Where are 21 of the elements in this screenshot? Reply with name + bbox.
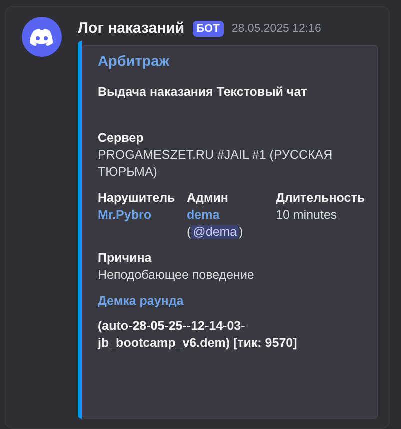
bot-avatar xyxy=(22,17,62,57)
field-name: Админ xyxy=(187,190,230,206)
parenthesis: ( xyxy=(187,224,192,238)
field-value: Неподобающее поведение xyxy=(98,268,254,282)
field-link[interactable]: Демка раунда xyxy=(98,292,365,310)
embed-title[interactable]: Арбитраж xyxy=(98,54,365,70)
author-name[interactable]: Лог наказаний xyxy=(78,18,185,40)
bot-tag: БОТ xyxy=(192,21,224,38)
user-link[interactable]: Mr.Pybro xyxy=(98,208,152,222)
parenthesis: ) xyxy=(239,224,244,238)
field-name: Сервер xyxy=(98,130,145,146)
timestamp: 28.05.2025 12:16 xyxy=(232,22,322,37)
embed-description: Выдача наказания Текстовый чат xyxy=(98,84,308,100)
field-name: Причина xyxy=(98,250,153,266)
user-link[interactable]: dema xyxy=(187,208,220,222)
field-value: (auto-28-05-25--12-14-03-jb_bootcamp_v6.dem) [тик: 9570] xyxy=(98,318,298,350)
field-name: Нарушитель xyxy=(98,190,176,206)
user-mention[interactable]: @dema xyxy=(191,224,240,238)
field-value: PROGAMESZET.RU #JAIL #1 (РУССКАЯ ТЮРЬМА) xyxy=(98,148,333,178)
field-name: Длительность xyxy=(276,190,365,206)
field-value: 10 minutes xyxy=(276,208,338,222)
